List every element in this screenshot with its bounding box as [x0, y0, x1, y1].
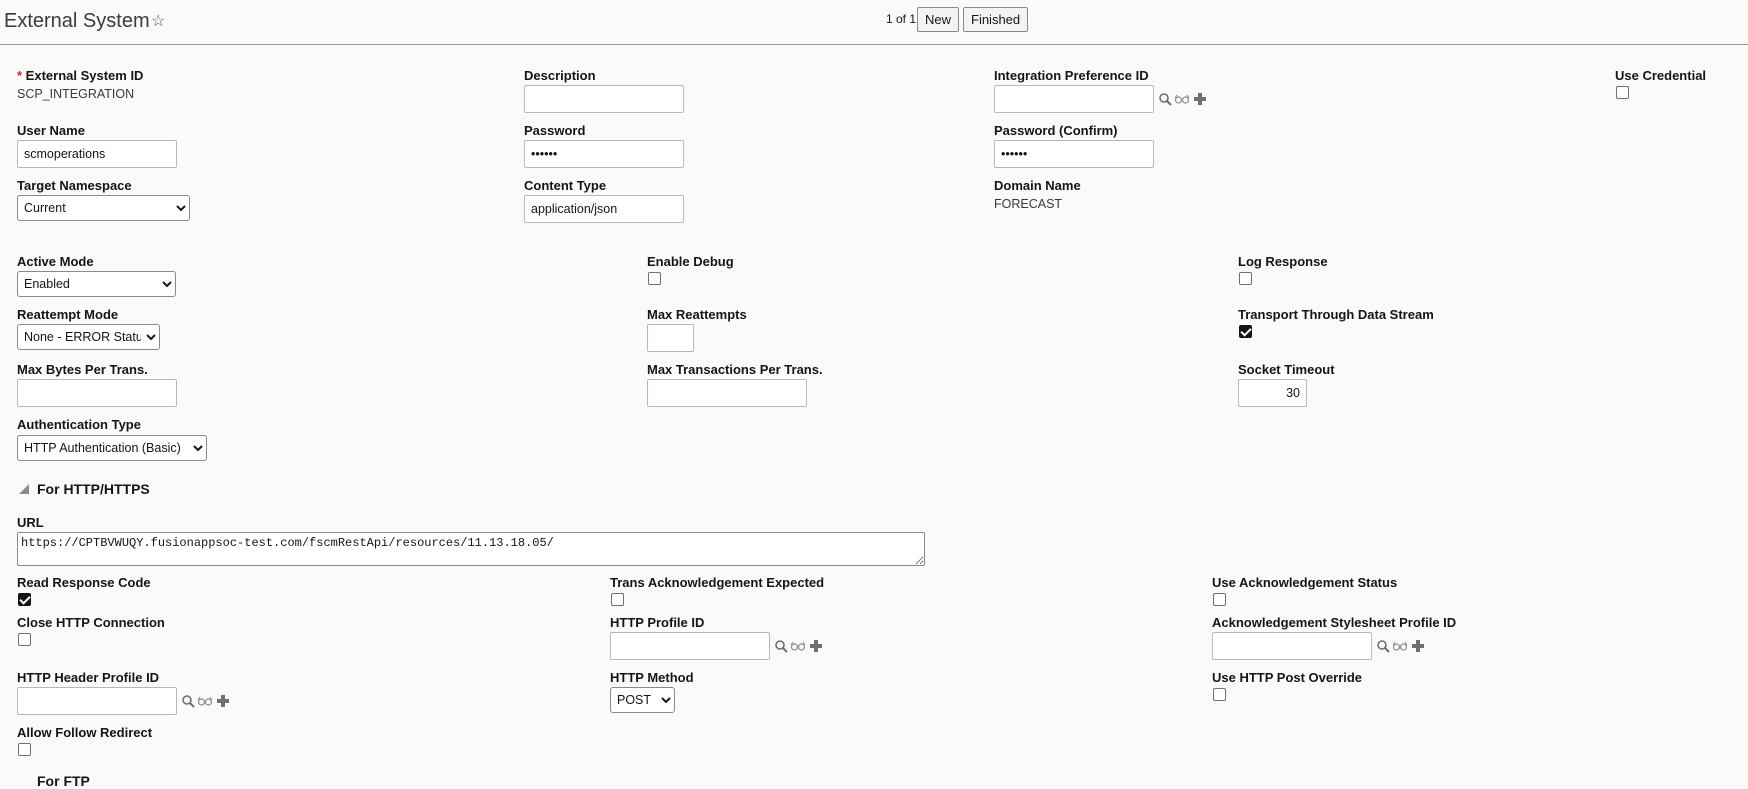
ack-stylesheet-id-label: Acknowledgement Stylesheet Profile ID [1212, 615, 1457, 630]
max-reattempts-label: Max Reattempts [647, 307, 747, 322]
view-icon[interactable] [1392, 639, 1408, 653]
url-label: URL [17, 515, 44, 530]
active-mode-label: Active Mode [17, 254, 94, 269]
max-reattempts-input[interactable] [647, 324, 694, 352]
max-bytes-label: Max Bytes Per Trans. [17, 362, 148, 377]
transport-data-stream-checkbox[interactable] [1239, 325, 1252, 338]
http-method-select[interactable]: POST [610, 687, 675, 713]
trans-ack-expected-label: Trans Acknowledgement Expected [610, 575, 825, 590]
new-button[interactable]: New [917, 7, 960, 32]
integration-pref-id-input[interactable] [994, 85, 1154, 113]
read-response-code-label: Read Response Code [17, 575, 151, 590]
user-name-input[interactable] [17, 140, 177, 168]
page-title: External System [4, 10, 150, 32]
max-transactions-label: Max Transactions Per Trans. [647, 362, 823, 377]
max-bytes-input[interactable] [17, 379, 177, 407]
socket-timeout-label: Socket Timeout [1238, 362, 1335, 377]
description-label: Description [524, 68, 596, 83]
log-response-checkbox[interactable] [1239, 272, 1252, 285]
domain-name-label: Domain Name [994, 178, 1081, 193]
enable-debug-checkbox[interactable] [648, 272, 661, 285]
read-response-code-checkbox[interactable] [18, 593, 31, 606]
search-icon[interactable] [774, 639, 790, 653]
add-icon[interactable] [808, 639, 824, 653]
active-mode-select[interactable]: Enabled [17, 271, 176, 297]
trans-ack-expected-checkbox[interactable] [611, 593, 624, 606]
external-system-id-value: SCP_INTEGRATION [17, 87, 135, 101]
add-icon[interactable] [1192, 92, 1208, 106]
add-icon[interactable] [1410, 639, 1426, 653]
record-pager: 1 of 1 [886, 12, 917, 26]
view-icon[interactable] [790, 639, 806, 653]
use-ack-status-label: Use Acknowledgement Status [1212, 575, 1398, 590]
log-response-label: Log Response [1238, 254, 1328, 269]
http-section-title[interactable]: For HTTP/HTTPS [37, 481, 150, 497]
target-namespace-label: Target Namespace [17, 178, 132, 193]
reattempt-mode-select[interactable]: None - ERROR Status [17, 324, 160, 350]
url-textarea[interactable]: https://CPTBVWUQY.fusionappsoc-test.com/… [17, 532, 925, 566]
collapse-triangle-icon[interactable] [19, 484, 29, 494]
header-divider [0, 44, 1748, 45]
external-system-id-label: * External System ID [17, 68, 144, 83]
reattempt-mode-label: Reattempt Mode [17, 307, 119, 322]
content-type-input[interactable] [524, 195, 684, 223]
finished-button[interactable]: Finished [963, 7, 1029, 32]
ftp-section-title[interactable]: For FTP [37, 773, 90, 789]
http-header-profile-id-label: HTTP Header Profile ID [17, 670, 160, 685]
ack-stylesheet-id-input[interactable] [1212, 632, 1372, 660]
http-profile-id-input[interactable] [610, 632, 770, 660]
transport-data-stream-label: Transport Through Data Stream [1238, 307, 1434, 322]
allow-follow-redirect-label: Allow Follow Redirect [17, 725, 153, 740]
auth-type-label: Authentication Type [17, 417, 141, 432]
allow-follow-redirect-checkbox[interactable] [18, 743, 31, 756]
use-credential-checkbox[interactable] [1616, 86, 1629, 99]
search-icon[interactable] [1376, 639, 1392, 653]
auth-type-select[interactable]: HTTP Authentication (Basic) [17, 435, 207, 461]
view-icon[interactable] [1174, 92, 1190, 106]
socket-timeout-input[interactable] [1238, 379, 1307, 407]
password-input[interactable] [524, 140, 684, 168]
use-credential-label: Use Credential [1615, 68, 1707, 83]
http-method-label: HTTP Method [610, 670, 694, 685]
close-http-label: Close HTTP Connection [17, 615, 165, 630]
password-label: Password [524, 123, 586, 138]
integration-pref-id-label: Integration Preference ID [994, 68, 1149, 83]
favorite-star-icon[interactable]: ☆ [151, 11, 165, 31]
domain-name-value: FORECAST [994, 197, 1063, 211]
http-header-profile-id-input[interactable] [17, 687, 177, 715]
http-profile-id-label: HTTP Profile ID [610, 615, 705, 630]
use-ack-status-checkbox[interactable] [1213, 593, 1226, 606]
password-confirm-input[interactable] [994, 140, 1154, 168]
target-namespace-select[interactable]: Current [17, 195, 190, 221]
search-icon[interactable] [181, 694, 197, 708]
view-icon[interactable] [197, 694, 213, 708]
user-name-label: User Name [17, 123, 85, 138]
use-http-post-override-label: Use HTTP Post Override [1212, 670, 1363, 685]
required-indicator: * [17, 68, 26, 83]
use-http-post-override-checkbox[interactable] [1213, 688, 1226, 701]
enable-debug-label: Enable Debug [647, 254, 734, 269]
content-type-label: Content Type [524, 178, 607, 193]
search-icon[interactable] [1158, 92, 1174, 106]
password-confirm-label: Password (Confirm) [994, 123, 1118, 138]
add-icon[interactable] [215, 694, 231, 708]
close-http-checkbox[interactable] [18, 633, 31, 646]
description-input[interactable] [524, 85, 684, 113]
max-transactions-input[interactable] [647, 379, 807, 407]
